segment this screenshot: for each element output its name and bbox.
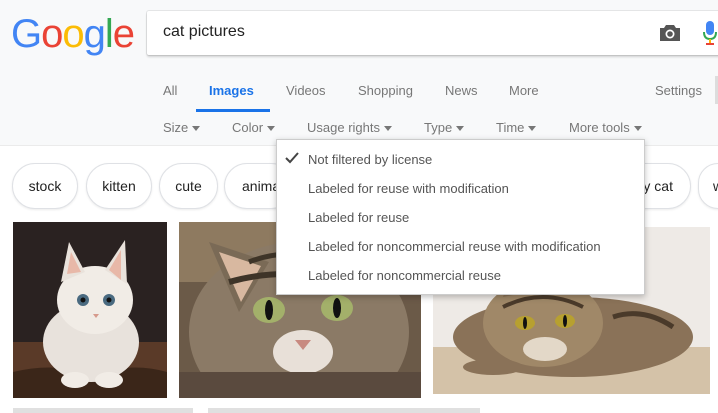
tab-videos[interactable]: Videos <box>286 83 326 98</box>
usage-rights-filter-label: Usage rights <box>307 120 380 135</box>
image-row-edge <box>208 408 480 413</box>
menu-item-not-filtered[interactable]: Not filtered by license <box>308 152 432 167</box>
white-kitten-image <box>13 222 167 398</box>
size-filter-label: Size <box>163 120 189 135</box>
logo-letter-e: e <box>112 12 135 56</box>
active-tab-indicator <box>196 109 270 112</box>
google-logo[interactable]: Google <box>11 12 135 56</box>
logo-letter-g2: g <box>83 12 106 56</box>
more-tools-filter-label: More tools <box>569 120 630 135</box>
logo-letter-o2: o <box>62 12 84 56</box>
usage-rights-menu: Not filtered by license Labeled for reus… <box>276 139 645 295</box>
tab-news[interactable]: News <box>445 83 478 98</box>
type-filter-label: Type <box>424 120 453 135</box>
chip-more[interactable]: w <box>698 163 718 209</box>
type-filter[interactable]: Type <box>424 120 465 135</box>
size-filter[interactable]: Size <box>163 120 201 135</box>
more-tools-filter[interactable]: More tools <box>569 120 642 135</box>
checkmark-icon <box>285 152 299 164</box>
chevron-down-icon <box>633 126 642 132</box>
search-tools-bar: Size Color Usage rights Type Time More t… <box>0 116 718 140</box>
chip-kitten[interactable]: kitten <box>86 163 152 209</box>
logo-letter-o1: o <box>41 12 63 56</box>
menu-item-reuse-modification[interactable]: Labeled for reuse with modification <box>308 181 509 196</box>
tab-all[interactable]: All <box>163 83 177 98</box>
logo-letter-g: G <box>11 12 42 56</box>
time-filter-label: Time <box>496 120 525 135</box>
chevron-down-icon <box>267 126 276 132</box>
chevron-down-icon <box>192 126 201 132</box>
tab-more[interactable]: More <box>509 83 539 98</box>
chevron-down-icon <box>383 126 392 132</box>
image-row-edge <box>13 408 193 413</box>
menu-item-reuse[interactable]: Labeled for reuse <box>308 210 409 225</box>
color-filter-label: Color <box>232 120 264 135</box>
search-input[interactable]: cat pictures <box>163 23 245 41</box>
tab-images[interactable]: Images <box>209 83 254 98</box>
tab-shopping[interactable]: Shopping <box>358 83 413 98</box>
usage-rights-filter[interactable]: Usage rights <box>307 120 392 135</box>
image-result-white-kitten[interactable] <box>13 222 167 398</box>
search-tabs: All Images Videos Shopping News More <box>0 72 718 112</box>
chevron-down-icon <box>528 126 537 132</box>
time-filter[interactable]: Time <box>496 120 537 135</box>
chevron-down-icon <box>456 126 465 132</box>
camera-icon[interactable] <box>659 24 681 42</box>
chip-cute[interactable]: cute <box>159 163 218 209</box>
settings-link[interactable]: Settings <box>655 83 702 98</box>
menu-item-noncommercial-modification[interactable]: Labeled for noncommercial reuse with mod… <box>308 239 601 254</box>
chip-stock[interactable]: stock <box>12 163 78 209</box>
color-filter[interactable]: Color <box>232 120 276 135</box>
logo-letter-l: l <box>104 12 114 56</box>
search-box[interactable]: cat pictures <box>147 11 718 55</box>
menu-item-noncommercial-reuse[interactable]: Labeled for noncommercial reuse <box>308 268 501 283</box>
microphone-icon[interactable] <box>703 21 717 45</box>
